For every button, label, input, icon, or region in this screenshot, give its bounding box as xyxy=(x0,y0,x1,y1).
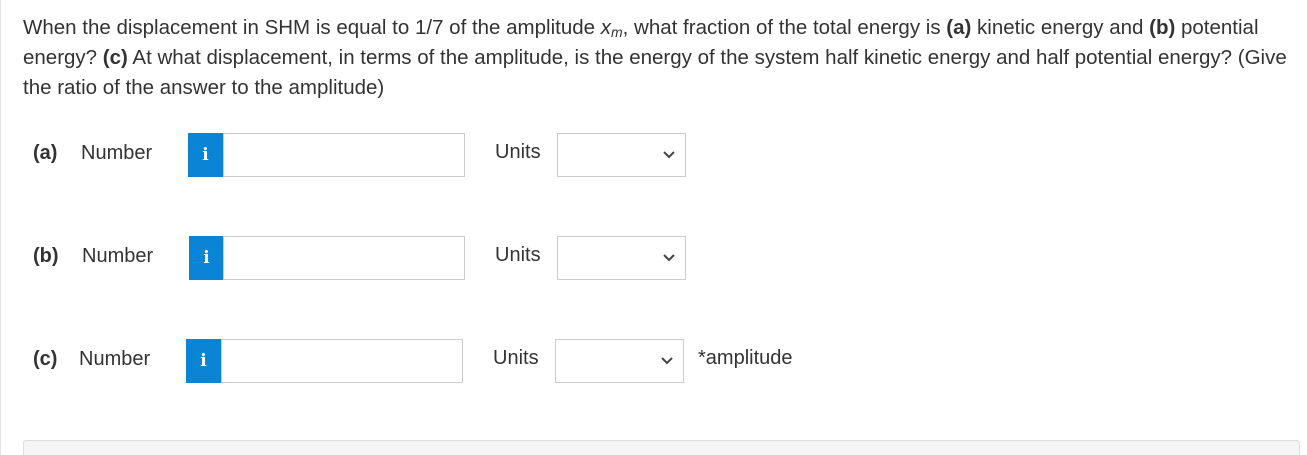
part-label: (c) xyxy=(33,348,58,370)
question-text-part-5: At what displacement, in terms of the am… xyxy=(23,46,1287,99)
question-bold-b: (b) xyxy=(1149,16,1176,39)
info-glyph: i xyxy=(200,351,207,371)
number-input[interactable] xyxy=(223,236,465,280)
amplitude-variable-main: x xyxy=(600,16,611,39)
answer-row-b: (b) Number i Units xyxy=(1,235,901,281)
question-page: When the displacement in SHM is equal to… xyxy=(0,0,1307,455)
info-glyph: i xyxy=(203,248,210,268)
units-dropdown[interactable] xyxy=(557,236,686,280)
number-label: Number xyxy=(82,245,154,267)
units-label: Units xyxy=(493,347,539,369)
part-label: (b) xyxy=(33,245,59,267)
info-icon[interactable]: i xyxy=(189,236,224,280)
amplitude-variable: xm xyxy=(601,16,623,39)
chevron-down-icon xyxy=(663,151,675,159)
chevron-down-icon xyxy=(663,254,675,262)
units-dropdown[interactable] xyxy=(557,133,686,177)
question-text-part-2: , what fraction of the total energy is xyxy=(622,16,947,39)
info-glyph: i xyxy=(202,145,209,165)
chevron-down-icon xyxy=(661,357,673,365)
bottom-panel xyxy=(23,440,1300,455)
amplitude-variable-subscript: m xyxy=(610,24,623,40)
info-icon[interactable]: i xyxy=(186,339,221,383)
number-input[interactable] xyxy=(221,339,463,383)
question-text-part-1: When the displacement in SHM is equal to… xyxy=(23,16,601,39)
question-bold-a: (a) xyxy=(946,16,972,39)
question-text: When the displacement in SHM is equal to… xyxy=(23,13,1303,103)
info-icon[interactable]: i xyxy=(188,133,223,177)
number-input[interactable] xyxy=(223,133,465,177)
units-label: Units xyxy=(495,141,541,163)
answer-row-c: (c) Number i Units *amplitude xyxy=(1,338,901,384)
part-label: (a) xyxy=(33,142,58,164)
units-label: Units xyxy=(495,244,541,266)
question-text-part-3: kinetic energy and xyxy=(971,16,1150,39)
amplitude-suffix: *amplitude xyxy=(698,347,793,369)
number-label: Number xyxy=(79,348,151,370)
units-dropdown[interactable] xyxy=(555,339,684,383)
number-label: Number xyxy=(81,142,153,164)
question-bold-c: (c) xyxy=(102,46,128,69)
answer-row-a: (a) Number i Units xyxy=(1,132,901,178)
